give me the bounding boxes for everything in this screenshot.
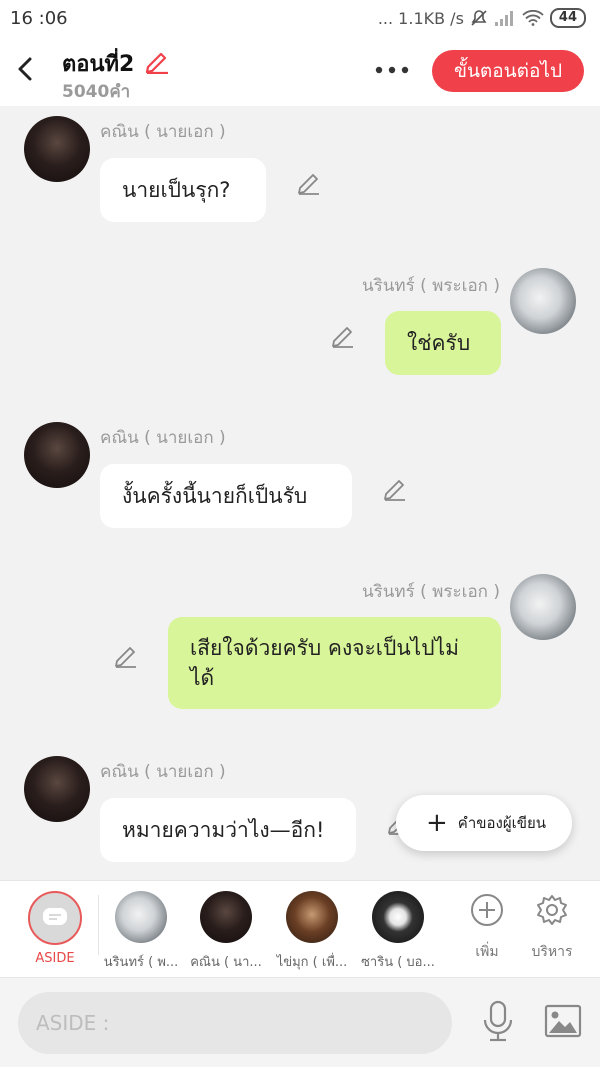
character-avatar-kanin[interactable] bbox=[200, 891, 252, 943]
character-avatar-narin[interactable] bbox=[115, 891, 167, 943]
message-bubble[interactable]: หมายความว่าไง—อีก! bbox=[100, 798, 356, 862]
message-sender: คณิน ( นายเอก ) bbox=[100, 428, 226, 448]
edit-title-icon[interactable] bbox=[144, 48, 170, 74]
message-text: งั้นครั้งนี้นายก็เป็นรับ bbox=[122, 484, 308, 508]
aside-label: ASIDE bbox=[35, 951, 75, 966]
message-bubble[interactable]: งั้นครั้งนี้นายก็เป็นรับ bbox=[100, 464, 352, 528]
edit-message-icon[interactable] bbox=[330, 322, 356, 348]
divider bbox=[98, 895, 99, 955]
character-bar: ASIDE นรินทร์ ( พ... คณิน ( นา... ไข่มุก… bbox=[0, 880, 600, 978]
image-icon[interactable] bbox=[544, 1004, 582, 1038]
next-step-button[interactable]: ขั้นตอนต่อไป bbox=[432, 50, 584, 92]
input-bar bbox=[0, 978, 600, 1067]
author-note-button[interactable]: + คำของผู้เขียน bbox=[396, 795, 572, 851]
message-input[interactable] bbox=[18, 992, 452, 1054]
character-name: นรินทร์ ( พ... bbox=[103, 955, 179, 970]
character-avatar-sarin[interactable] bbox=[372, 891, 424, 943]
character-name: ไข่มุก ( เพื่... bbox=[276, 955, 348, 970]
character-name: คณิน ( นา... bbox=[190, 955, 262, 970]
more-options-icon[interactable] bbox=[372, 60, 412, 80]
message-sender: คณิน ( นายเอก ) bbox=[100, 762, 226, 782]
header: ตอนที่2 5040คำ ขั้นตอนต่อไป bbox=[0, 40, 600, 106]
character-avatar-khaimuk[interactable] bbox=[286, 891, 338, 943]
message-sender: คณิน ( นายเอก ) bbox=[100, 122, 226, 142]
edit-message-icon[interactable] bbox=[113, 642, 139, 668]
plus-icon: + bbox=[426, 808, 448, 838]
message-bubble[interactable]: นายเป็นรุก? bbox=[100, 158, 266, 222]
edit-message-icon[interactable] bbox=[296, 169, 322, 195]
back-arrow-icon[interactable] bbox=[14, 54, 38, 84]
message-text: นายเป็นรุก? bbox=[122, 178, 231, 202]
manage-label[interactable]: บริหาร bbox=[522, 941, 582, 963]
avatar-kanin[interactable] bbox=[24, 116, 90, 182]
avatar-narin[interactable] bbox=[510, 574, 576, 640]
battery-indicator: 44 bbox=[549, 8, 586, 28]
signal-icon bbox=[494, 11, 513, 26]
gear-icon[interactable] bbox=[535, 893, 569, 927]
network-speed: ... 1.1KB /s bbox=[377, 8, 464, 28]
status-indicators: ... 1.1KB /s 44 bbox=[378, 8, 586, 28]
chat-bubble-icon bbox=[43, 908, 67, 925]
word-count: 5040คำ bbox=[62, 82, 131, 102]
aside-selector[interactable] bbox=[28, 891, 82, 945]
wifi-icon bbox=[522, 10, 544, 26]
message-text: เสียใจด้วยครับ คงจะเป็นไปไม่ได้ bbox=[190, 636, 459, 690]
status-bar: 16 :06 ... 1.1KB /s 44 bbox=[0, 0, 600, 40]
avatar-kanin[interactable] bbox=[24, 422, 90, 488]
avatar-narin[interactable] bbox=[510, 268, 576, 334]
character-name: ซาริน ( บอ... bbox=[361, 955, 435, 970]
message-bubble[interactable]: ใช่ครับ bbox=[385, 311, 501, 375]
add-label[interactable]: เพิ่ม bbox=[457, 941, 517, 963]
message-bubble[interactable]: เสียใจด้วยครับ คงจะเป็นไปไม่ได้ bbox=[168, 617, 501, 709]
message-sender: นรินทร์ ( พระเอก ) bbox=[362, 276, 500, 296]
mute-icon bbox=[471, 10, 487, 26]
message-text: หมายความว่าไง—อีก! bbox=[122, 818, 325, 842]
author-note-label: คำของผู้เขียน bbox=[457, 814, 547, 832]
edit-message-icon[interactable] bbox=[382, 475, 408, 501]
add-character-icon[interactable] bbox=[470, 893, 504, 927]
episode-title: ตอนที่2 bbox=[62, 52, 135, 77]
message-text: ใช่ครับ bbox=[407, 331, 471, 355]
chat-area[interactable]: คณิน ( นายเอก ) นายเป็นรุก? นรินทร์ ( พร… bbox=[0, 106, 600, 880]
microphone-icon[interactable] bbox=[480, 1000, 516, 1042]
avatar-kanin[interactable] bbox=[24, 756, 90, 822]
status-time: 16 :06 bbox=[10, 8, 68, 29]
message-sender: นรินทร์ ( พระเอก ) bbox=[362, 582, 500, 602]
